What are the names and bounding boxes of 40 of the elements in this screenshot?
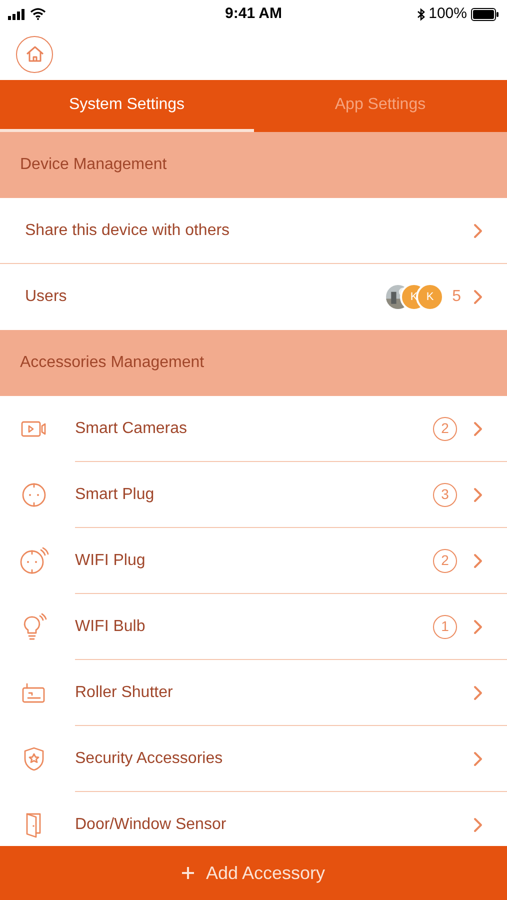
item-label: Security Accessories: [75, 748, 224, 768]
count-badge: 1: [433, 614, 457, 638]
chevron-right-icon: [473, 684, 483, 700]
item-label: WIFI Plug: [75, 550, 146, 570]
chevron-right-icon: [473, 817, 483, 833]
item-label: Smart Cameras: [75, 418, 188, 438]
shutter-icon: [20, 681, 46, 705]
clock-time: 9:41 AM: [225, 4, 282, 24]
item-label: Users: [25, 287, 68, 307]
chevron-right-icon: [473, 420, 483, 436]
bluetooth-icon: [416, 8, 425, 20]
chevron-right-icon: [473, 289, 483, 305]
home-button[interactable]: [16, 36, 53, 72]
chevron-right-icon: [473, 552, 483, 568]
count-badge: 2: [433, 416, 457, 440]
count-badge: 2: [433, 548, 457, 572]
plus-icon: [182, 867, 194, 879]
item-label: Smart Plug: [75, 484, 156, 504]
user-count: 5: [452, 287, 461, 307]
item-label: WIFI Bulb: [75, 616, 146, 636]
chevron-right-icon: [473, 222, 483, 238]
section-header: Device Management: [0, 132, 507, 198]
count-badge: 3: [433, 482, 457, 506]
signal-icon: [8, 8, 26, 20]
chevron-right-icon: [473, 750, 483, 766]
shield-star-icon: [22, 746, 46, 772]
battery-icon: [471, 8, 499, 20]
video-camera-icon: [20, 419, 46, 439]
item-label: Share this device with others: [25, 220, 231, 240]
battery-percentage: 100%: [428, 4, 467, 24]
item-label: Roller Shutter: [75, 682, 174, 702]
socket-icon: [20, 482, 46, 508]
user-avatar: K: [416, 283, 444, 311]
wireless-socket-icon: [18, 547, 48, 575]
home-icon: [24, 44, 44, 64]
item-label: Door/Window Sensor: [75, 815, 228, 835]
wifi-icon: [30, 8, 46, 20]
chevron-right-icon: [473, 618, 483, 634]
chevron-right-icon: [473, 486, 483, 502]
section-header: Accessories Management: [0, 330, 507, 396]
